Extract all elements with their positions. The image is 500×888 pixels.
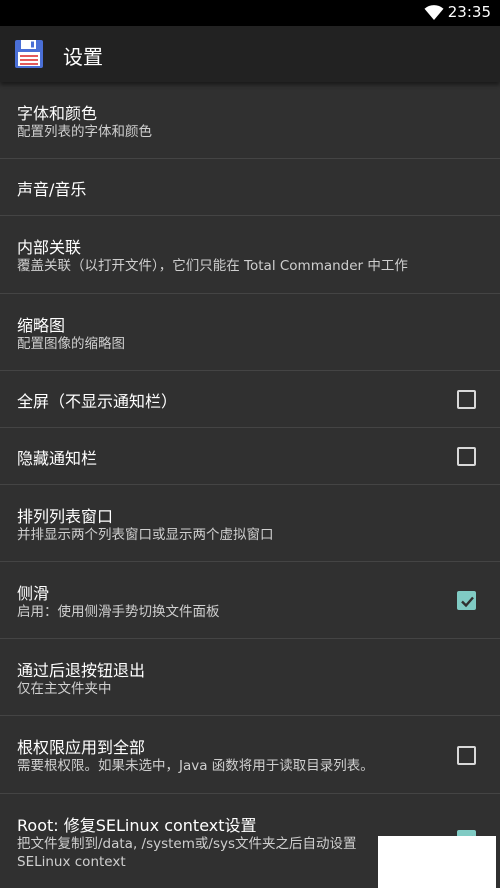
setting-thumbnails[interactable]: 缩略图 配置图像的缩略图 xyxy=(0,294,500,371)
setting-sound-music[interactable]: 声音/音乐 xyxy=(0,159,500,216)
setting-exit-back-button[interactable]: 通过后退按钮退出 仅在主文件夹中 xyxy=(0,639,500,716)
setting-title: 字体和颜色 xyxy=(17,104,98,123)
setting-title: 全屏（不显示通知栏） xyxy=(17,392,178,411)
setting-title: 排列列表窗口 xyxy=(17,507,114,526)
setting-arrange-windows[interactable]: 排列列表窗口 并排显示两个列表窗口或显示两个虚拟窗口 xyxy=(0,485,500,562)
setting-title: 缩略图 xyxy=(17,316,66,335)
setting-title: 根权限应用到全部 xyxy=(17,738,146,757)
root-apply-all-checkbox[interactable] xyxy=(457,746,476,765)
setting-title: Root: 修复SELinux context设置 xyxy=(17,816,257,835)
setting-subtitle: 把文件复制到/data, /system或/sys文件夹之后自动设置 xyxy=(17,836,357,852)
status-bar: 23:35 xyxy=(0,0,500,26)
setting-title: 内部关联 xyxy=(17,238,82,257)
setting-font-colors[interactable]: 字体和颜色 配置列表的字体和颜色 xyxy=(0,82,500,159)
app-bar: 设置 xyxy=(0,26,500,82)
side-swipe-checkbox[interactable] xyxy=(457,591,476,610)
setting-title: 通过后退按钮退出 xyxy=(17,661,146,680)
white-overlay xyxy=(378,836,496,888)
page-title: 设置 xyxy=(63,45,103,69)
setting-subtitle: 覆盖关联（以打开文件），它们只能在 Total Commander 中工作 xyxy=(17,258,408,274)
setting-title: 声音/音乐 xyxy=(17,180,87,199)
setting-hide-notification-bar[interactable]: 隐藏通知栏 xyxy=(0,428,500,485)
hide-notification-checkbox[interactable] xyxy=(457,447,476,466)
setting-subtitle: 配置图像的缩略图 xyxy=(17,336,125,352)
setting-fullscreen[interactable]: 全屏（不显示通知栏） xyxy=(0,371,500,428)
setting-subtitle-line2: SELinux context xyxy=(17,854,126,870)
wifi-icon xyxy=(424,5,444,21)
setting-subtitle: 需要根权限。如果未选中，Java 函数将用于读取目录列表。 xyxy=(17,758,374,774)
checkmark-icon xyxy=(461,596,474,608)
fullscreen-checkbox[interactable] xyxy=(457,390,476,409)
setting-side-swipe[interactable]: 侧滑 启用：使用侧滑手势切换文件面板 xyxy=(0,562,500,639)
floppy-disk-icon xyxy=(15,40,43,68)
setting-subtitle: 仅在主文件夹中 xyxy=(17,681,112,697)
setting-title: 侧滑 xyxy=(17,584,50,603)
setting-internal-associations[interactable]: 内部关联 覆盖关联（以打开文件），它们只能在 Total Commander 中… xyxy=(0,216,500,294)
setting-title: 隐藏通知栏 xyxy=(17,449,98,468)
settings-list: 字体和颜色 配置列表的字体和颜色 声音/音乐 内部关联 覆盖关联（以打开文件），… xyxy=(0,82,500,888)
setting-root-apply-all[interactable]: 根权限应用到全部 需要根权限。如果未选中，Java 函数将用于读取目录列表。 xyxy=(0,716,500,794)
setting-subtitle: 启用：使用侧滑手势切换文件面板 xyxy=(17,604,220,620)
status-time: 23:35 xyxy=(447,3,491,21)
setting-subtitle: 并排显示两个列表窗口或显示两个虚拟窗口 xyxy=(17,527,274,543)
setting-subtitle: 配置列表的字体和颜色 xyxy=(17,124,152,140)
